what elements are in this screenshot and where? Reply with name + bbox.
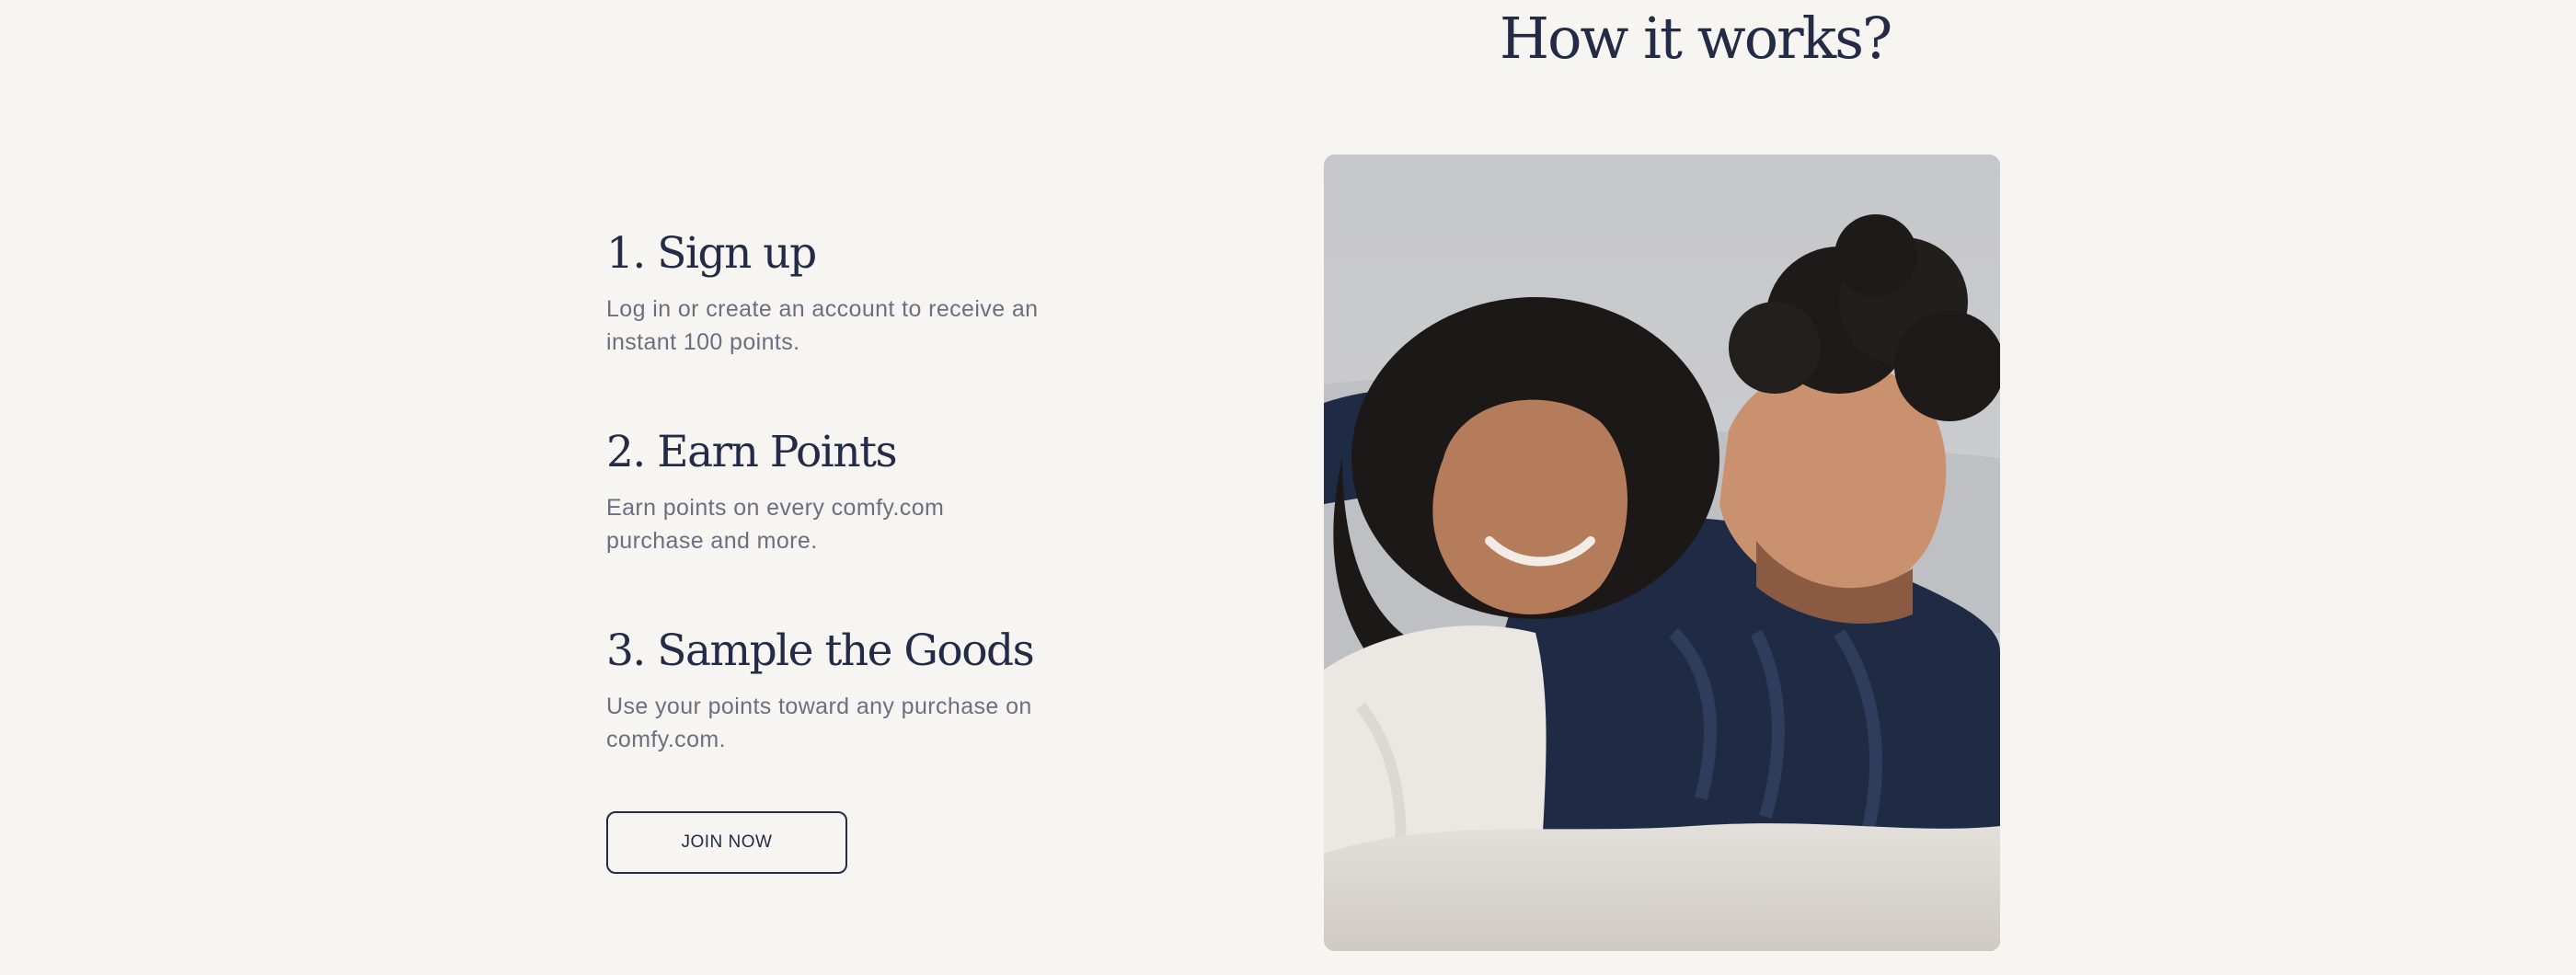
step-title: 1. Sign up [606,228,817,279]
section-title: How it works? [1500,5,1892,72]
join-now-button[interactable]: JOIN NOW [606,811,847,874]
step-earn-points: 2. Earn Points Earn points on every comf… [606,423,1048,557]
couple-photo-illustration [1324,155,2000,951]
step-description: Log in or create an account to receive a… [606,296,1039,355]
step-sample-goods: 3. Sample the Goods Use your points towa… [606,622,1048,756]
couple-photo [1324,155,2000,951]
step-sign-up: 1. Sign up Log in or create an account t… [606,224,1048,359]
steps-list: 1. Sign up Log in or create an account t… [606,224,1048,820]
step-title: 3. Sample the Goods [606,625,1035,676]
step-description: Earn points on every comfy.com purchase … [606,495,945,554]
step-title: 2. Earn Points [606,427,898,477]
step-description: Use your points toward any purchase on c… [606,694,1032,752]
